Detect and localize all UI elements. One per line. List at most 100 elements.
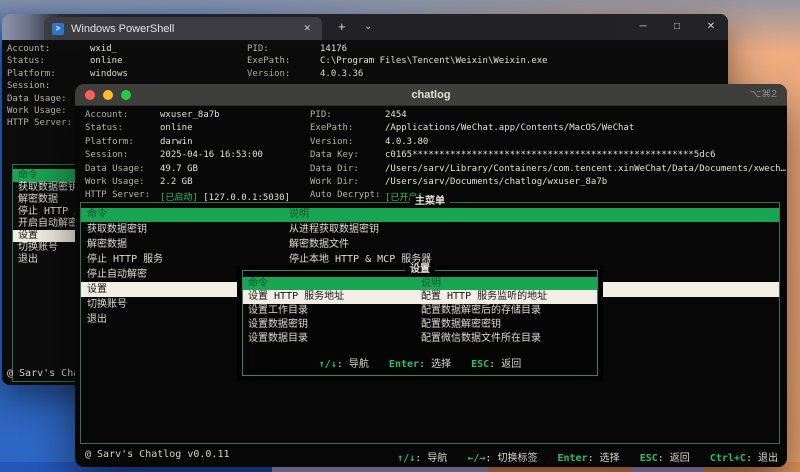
info-value: 2454 (385, 110, 407, 120)
info-label: PID: (310, 110, 332, 120)
info-label: Platform: (7, 68, 56, 79)
info-label: Data Usage: (7, 93, 67, 104)
menu-item-label: 退出 (18, 254, 38, 265)
tab-close-icon[interactable]: ✕ (300, 23, 314, 34)
menu-header-description: 说明 (289, 209, 309, 220)
close-button[interactable]: ✕ (694, 14, 728, 40)
info-value: online (90, 56, 123, 67)
info-value: wxuser_8a7b (160, 110, 220, 120)
maximize-button[interactable]: □ (660, 14, 694, 40)
menu-item-description: 解密数据文件 (289, 239, 349, 250)
info-label: ExePath: (247, 56, 291, 67)
info-label: HTTP Server: (7, 118, 73, 129)
dialog-item[interactable]: 设置数据密钥 配置数据解密密钥 (243, 318, 597, 332)
hint-key: ESC (639, 453, 658, 464)
hint-key: ←/→ (467, 453, 486, 464)
info-label: Work Usage: (7, 105, 67, 116)
tab-dropdown-icon[interactable]: ⌄ (364, 21, 372, 32)
info-row: Data Usage: 49.7 GB Data Dir: /Users/sarv/L… (75, 164, 787, 177)
info-value: 2025-04-16 16:53:00 (160, 150, 263, 161)
menu-item-label: 开启自动解密 (18, 218, 78, 229)
hint-key: ↑/↓ (397, 453, 416, 464)
menu-item-label: 退出 (87, 314, 107, 325)
powershell-tab-bar: > Windows PowerShell ✕ + ⌄ ─ □ ✕ (2, 14, 728, 40)
info-label: Platform: (85, 136, 134, 147)
chatlog-title-bar: chatlog ⌥⌘2 (75, 84, 787, 106)
key-hint: ↑/↓导航 (397, 449, 447, 464)
info-label: Auto Decrypt: (310, 190, 381, 201)
info-label: PID: (247, 44, 269, 54)
info-label: Session: (7, 81, 51, 92)
main-menu-title: 主菜单 (410, 196, 450, 208)
key-hint: ESC返回 (471, 355, 521, 370)
dialog-item-selected[interactable]: 设置 HTTP 服务地址 配置 HTTP 服务监听的地址 (243, 290, 597, 304)
dialog-key-hints: ↑/↓导航 Enter选择 ESC返回 (243, 355, 597, 370)
dialog-item-label: 设置数据密钥 (248, 319, 308, 330)
menu-item-label: 停止自动解密 (87, 269, 147, 280)
menu-item-label: 设置 (87, 284, 107, 295)
dialog-item[interactable]: 设置数据目录 配置微信数据文件所在目录 (243, 332, 597, 346)
key-hint: Enter选择 (389, 355, 451, 370)
menu-item-label: 获取数据密钥 (87, 224, 147, 235)
dialog-item-label: 设置数据目录 (248, 333, 308, 344)
tab-title: Windows PowerShell (71, 22, 175, 35)
info-label: Work Usage: (85, 176, 145, 187)
info-value: /Users/sarv/Documents/chatlog/wxuser_8a7… (385, 176, 608, 187)
hint-label: 切换标签 (485, 453, 537, 464)
info-value: 4.0.3.80 (385, 136, 429, 147)
info-value: c0165***********************************… (385, 150, 716, 161)
info-label: HTTP Server: (85, 190, 151, 201)
info-row: Status: online ExePath: /Applications/WeCha… (75, 123, 787, 136)
menu-item-label: 设置 (18, 230, 38, 241)
info-label: Version: (247, 68, 291, 79)
info-label: Status: (7, 56, 45, 67)
status-key-hints: ↑/↓导航 ←/→切换标签 Enter选择 ESC返回 Ctrl+C退出 (390, 449, 785, 464)
info-label: Status: (85, 123, 123, 134)
new-tab-button[interactable]: + (338, 19, 346, 34)
info-value: windows (90, 68, 128, 79)
info-row: Work Usage: 2.2 GB Work Dir: /Users/sarv/Do… (75, 177, 787, 190)
hint-label: 选择 (588, 453, 620, 464)
window-controls: ─ □ ✕ (626, 14, 728, 40)
info-label: Session: (85, 150, 129, 161)
hint-key: Enter (388, 359, 420, 370)
info-label: Work Dir: (310, 176, 359, 187)
menu-header-row: 命令 说明 (81, 208, 779, 222)
key-hint: ←/→切换标签 (467, 449, 537, 464)
dialog-item-label: 设置工作目录 (248, 305, 308, 316)
status-bar: @ Sarv's Chatlog v0.0.11 ↑/↓导航 ←/→切换标签 E… (75, 449, 787, 464)
tab-windows-powershell[interactable]: > Windows PowerShell ✕ (44, 17, 322, 40)
hint-label: 返回 (489, 359, 521, 370)
menu-item-label: 解密数据 (18, 194, 58, 205)
info-value: 14176 (320, 44, 348, 54)
menu-item-label: 解密数据 (87, 239, 127, 250)
info-value: 49.7 GB (160, 163, 198, 174)
info-value: darwin (160, 136, 193, 147)
info-label: Account: (85, 110, 129, 120)
info-value: /Users/sarv/Library/Containers/com.tence… (385, 163, 786, 174)
dialog-item[interactable]: 设置工作目录 配置数据解密后的存储目录 (243, 304, 597, 318)
menu-item-label: 停止 HTTP 服务 (87, 254, 164, 265)
info-value: wxid_ (90, 44, 118, 54)
minimize-button[interactable]: ─ (626, 14, 660, 40)
dialog-header-command: 命令 (248, 278, 268, 289)
info-label: Account: (7, 44, 51, 54)
window-shortcut-badge: ⌥⌘2 (749, 89, 777, 100)
settings-dialog: 设置 命令 说明 设置 HTTP 服务地址 配置 HTTP 服务监听的地址 设置工… (237, 264, 603, 381)
menu-item-label: 切换账号 (87, 299, 127, 310)
hint-key: Ctrl+C (709, 453, 746, 464)
menu-item-description: 从进程获取数据密钥 (289, 224, 379, 235)
dialog-header-description: 说明 (421, 278, 441, 289)
info-value: C:\Program Files\Tencent\Weixin\Weixin.e… (320, 56, 548, 67)
info-row: Account: wxid_ PID: 14176 (2, 44, 728, 56)
dialog-header-row: 命令 说明 (243, 277, 597, 290)
info-row: Session: 2025-04-16 16:53:00 Data Key: c016… (75, 150, 787, 163)
hint-label: 返回 (658, 453, 690, 464)
hint-label: 导航 (337, 359, 369, 370)
menu-item[interactable]: 获取数据密钥 从进程获取数据密钥 (81, 222, 779, 237)
dialog-item-description: 配置数据解密密钥 (421, 319, 501, 330)
menu-item-label: 切换账号 (18, 242, 58, 253)
menu-header-command: 命令 (18, 170, 38, 181)
settings-dialog-title: 设置 (405, 264, 435, 276)
menu-item[interactable]: 解密数据 解密数据文件 (81, 237, 779, 252)
